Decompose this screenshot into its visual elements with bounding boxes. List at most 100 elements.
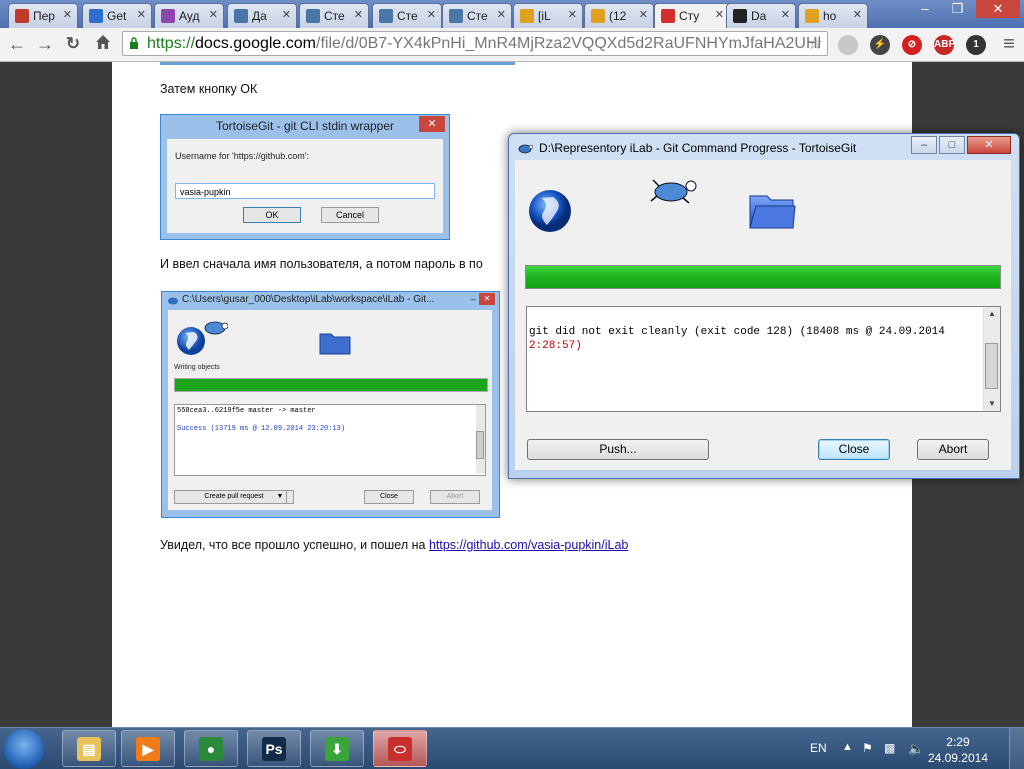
ilab-icon [520,9,534,23]
browser-tab[interactable]: Сту ✕ [654,3,730,29]
minimize-icon[interactable]: – [911,0,939,18]
tab-label: [iL [538,9,551,23]
flag-icon[interactable]: ⚑ [862,741,873,755]
tab-label: Сте [467,9,488,23]
browser-tab[interactable]: Сте ✕ [442,3,512,28]
close-button: Close [364,490,414,504]
adblock-stop-icon[interactable]: ⊘ [902,35,922,55]
scroll-up-icon[interactable]: ▲ [984,307,1000,321]
tab-close-icon[interactable]: ✕ [497,8,506,21]
chrome-icon: ● [199,737,223,761]
push-button[interactable]: Push... [527,439,709,460]
browser-tab[interactable]: Пер ✕ [8,3,78,28]
browser-tab[interactable]: [iL ✕ [513,3,583,28]
close-icon[interactable]: ✕ [967,136,1011,154]
show-desktop-button[interactable] [1009,728,1024,769]
vk-icon [234,9,248,23]
vk-icon [379,9,393,23]
browser-tab[interactable]: Сте ✕ [299,3,369,28]
log-line: Success (13719 ms @ 12.09.2014 23:20:13) [177,425,346,433]
tab-close-icon[interactable]: ✕ [137,8,146,21]
browser-tab[interactable]: Сте ✕ [372,3,442,28]
menu-icon[interactable]: ≡ [998,33,1020,55]
tab-label: Да [252,9,267,23]
tortoise-icon [168,297,178,305]
taskbar-app-button[interactable]: ● [184,730,238,767]
opera-icon[interactable] [838,35,858,55]
tab-close-icon[interactable]: ✕ [354,8,363,21]
tab-close-icon[interactable]: ✕ [427,8,436,21]
back-icon[interactable]: ← [6,33,28,55]
browser-tab[interactable]: Да ✕ [227,3,297,28]
browser-tab[interactable]: Ауд ✕ [154,3,224,28]
button-label: Create pull request [204,493,264,500]
browser-tab[interactable]: Get ✕ [82,3,152,28]
ilab-icon [591,9,605,23]
log-line-error: 2:28:57) [529,340,582,352]
tab-close-icon[interactable]: ✕ [568,8,577,21]
scrollbar-thumb[interactable] [985,343,998,389]
network-icon[interactable]: ▩ [884,741,895,755]
abort-button[interactable]: Abort [917,439,989,460]
tab-close-icon[interactable]: ✕ [209,8,218,21]
tab-label: ho [823,9,837,23]
taskbar-app-button[interactable]: ⬇ [310,730,364,767]
lock-icon [130,37,138,49]
forward-icon[interactable]: → [34,33,56,55]
doc-paragraph: Увидел, что все прошло успешно, и пошел … [160,538,628,552]
photoshop-icon: Ps [262,737,286,761]
tortoisegit-icon: ⬭ [388,737,412,761]
explorer-icon: ▤ [77,737,101,761]
bookmark-star-icon[interactable]: ☆ [807,33,823,54]
github-link[interactable]: https://github.com/vasia-pupkin/iLab [429,538,628,552]
clock-time: 2:29 [946,735,970,749]
media-player-icon: ▶ [136,737,160,761]
start-button[interactable] [4,729,44,769]
abort-button: Abort [430,490,480,504]
log-message: git did not exit cleanly (exit code 128)… [529,325,945,353]
language-indicator[interactable]: EN [810,741,827,755]
dialog-client: git did not exit cleanly (exit code 128)… [515,160,1011,470]
close-button[interactable]: Close [818,439,890,460]
git-progress-dialog: D:\Representory iLab - Git Command Progr… [508,133,1020,479]
clock[interactable]: 2:29 24.09.2014 [928,734,988,766]
browser-tab[interactable]: (12 ✕ [584,3,654,28]
taskbar-app-button[interactable]: Ps [247,730,301,767]
vk-icon [306,9,320,23]
abp-icon[interactable]: ABP [934,35,955,55]
glasses-icon[interactable]: 1 [966,35,986,55]
log-line: 558cea3..6219f5e master -> master [177,407,316,415]
bolt-icon[interactable]: ⚡ [870,35,890,55]
username-field: vasia-pupkin [175,183,435,199]
tortoise-flying-icon [650,179,697,204]
scrollbar[interactable]: ▲ ▼ [983,307,1000,411]
tab-close-icon[interactable]: ✕ [781,8,790,21]
tab-close-icon[interactable]: ✕ [63,8,72,21]
reload-icon[interactable]: ↻ [62,33,84,55]
scroll-down-icon[interactable]: ▼ [984,397,1000,411]
tab-close-icon[interactable]: ✕ [639,8,648,21]
home-icon[interactable] [92,33,114,55]
maximize-icon[interactable]: □ [939,136,965,154]
tab-close-icon[interactable]: ✕ [282,8,291,21]
browser-tab[interactable]: ho ✕ [798,3,868,28]
close-icon[interactable]: ✕ [976,0,1020,18]
volume-icon[interactable]: 🔈 [908,741,924,757]
minimize-icon[interactable]: – [911,136,937,154]
embedded-login-title: TortoiseGit - git CLI stdin wrapper [215,119,395,133]
tab-label: Сте [324,9,345,23]
clock-date: 24.09.2014 [927,751,988,765]
tray-arrow-icon[interactable]: ▲ [842,741,853,753]
dialog-title: D:\Representory iLab - Git Command Progr… [539,141,857,155]
maximize-icon[interactable]: ❐ [944,0,972,18]
address-bar[interactable]: https://docs.google.com/file/d/0B7-YX4kP… [122,31,828,56]
tab-strip: Пер ✕ Get ✕ Ауд ✕ Да ✕ Сте ✕ Сте ✕ Сте ✕ [iL ✕ (12 ✕ Сту ✕ D… [0,0,1024,29]
status-text: Writing objects [174,364,220,371]
window-controls: – ❐ ✕ [911,0,1020,20]
taskbar-app-button[interactable]: ▤ [62,730,116,767]
browser-tab[interactable]: Da ✕ [726,3,796,28]
taskbar-app-button[interactable]: ▶ [121,730,175,767]
tab-close-icon[interactable]: ✕ [715,8,724,21]
tab-close-icon[interactable]: ✕ [853,8,862,21]
taskbar-app-button[interactable]: ⬭ [373,730,427,767]
